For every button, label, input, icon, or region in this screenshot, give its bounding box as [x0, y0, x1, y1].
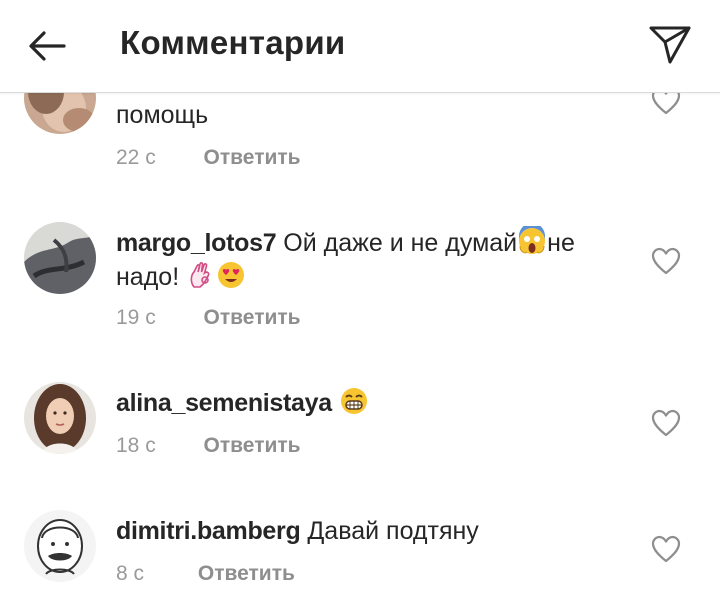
comment-text: dimitri.bamberg Давай подтяну	[116, 514, 626, 548]
heart-eyes-emoji	[216, 260, 246, 290]
top-app-bar: Комментарии	[0, 0, 720, 93]
comment-body: помощь	[116, 101, 209, 129]
comment-time: 22 с	[116, 146, 156, 169]
reply-button[interactable]: Ответить	[204, 306, 301, 330]
avatar[interactable]	[24, 510, 96, 582]
comment-username[interactable]: dimitri.bamberg	[116, 517, 301, 545]
ok-hand-emoji	[186, 260, 216, 290]
back-arrow-icon[interactable]	[24, 24, 72, 68]
comment-body: Давай подтяну	[307, 517, 479, 545]
comment-text: alina_semenistaya	[116, 386, 626, 420]
comment-body: Ой даже и не думай	[283, 229, 518, 257]
heart-outline-icon[interactable]	[650, 246, 682, 276]
comment-time: 8 с	[116, 562, 145, 585]
comment-meta: 18 с Ответить	[116, 434, 301, 458]
direct-share-icon[interactable]	[646, 20, 694, 68]
comment-time: 18 с	[116, 434, 156, 457]
reply-button[interactable]: Ответить	[204, 146, 301, 170]
avatar[interactable]	[24, 382, 96, 454]
comment-text: помощь	[116, 98, 626, 132]
comment-meta: 19 с Ответить	[116, 306, 301, 330]
comment-meta: 22 с Ответить	[116, 146, 301, 170]
reply-button[interactable]: Ответить	[204, 434, 301, 458]
comment-username[interactable]: alina_semenistaya	[116, 389, 332, 417]
comment-username[interactable]: margo_lotos7	[116, 229, 277, 257]
grinning-face-emoji	[339, 386, 369, 416]
comment-meta: 8 с Ответить	[116, 562, 295, 586]
comment-time: 19 с	[116, 306, 156, 329]
reply-button[interactable]: Ответить	[198, 562, 295, 586]
heart-outline-icon[interactable]	[650, 534, 682, 564]
heart-outline-icon[interactable]	[650, 408, 682, 438]
screaming-face-emoji	[517, 223, 547, 256]
avatar[interactable]	[24, 222, 96, 294]
page-title: Комментарии	[120, 24, 346, 61]
comment-text: margo_lotos7 Ой даже и не думай не надо!	[116, 223, 626, 294]
